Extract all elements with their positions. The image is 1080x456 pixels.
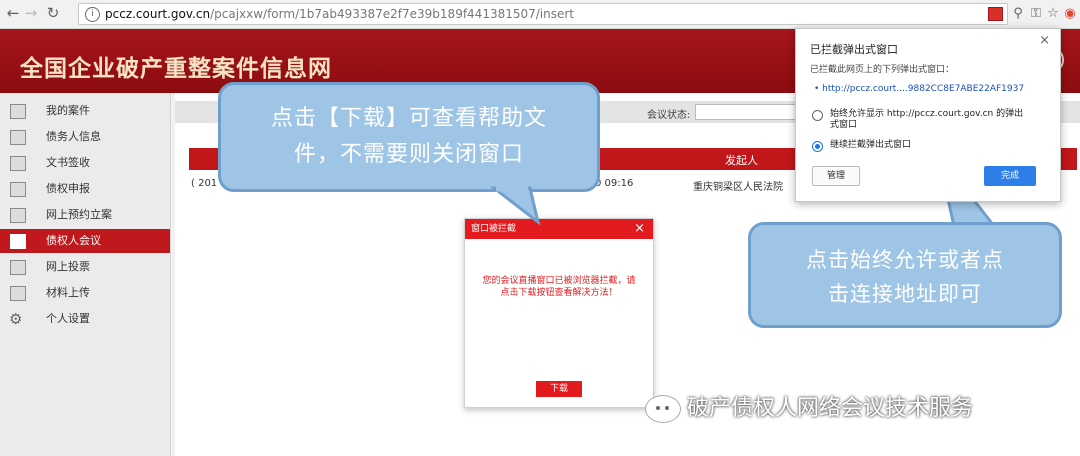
sidebar-item-document-receipt[interactable]: 文书签收 [0, 151, 170, 175]
popup-description: 已拦截此网页上的下列弹出式窗口： [810, 65, 955, 75]
back-icon[interactable]: ← [4, 4, 22, 22]
sidebar-item-debtor-info[interactable]: 债务人信息 [0, 125, 170, 149]
sidebar-item-label: 债权人会议 [46, 234, 101, 247]
help-callout-download: 点击【下载】可查看帮助文 件，不需要则关闭窗口 [218, 82, 600, 192]
upload-icon [10, 286, 26, 301]
popup-title: 已拦截弹出式窗口 [810, 43, 898, 56]
key-icon[interactable]: ⚿ [1028, 6, 1044, 22]
download-button[interactable]: 下载 [536, 381, 582, 397]
document-icon [10, 156, 26, 171]
sidebar-item-label: 文书签收 [46, 156, 90, 169]
callout-line: 点击【下载】可查看帮助文 [270, 106, 547, 131]
blocked-window-dialog: 窗口被拦截 × 您的会议直播窗口已被浏览器拦截，请点击下载按钮查看解决方法！ 下… [464, 218, 654, 408]
popup-blocked-bubble: 已拦截弹出式窗口 × 已拦截此网页上的下列弹出式窗口： • http://pcc… [795, 28, 1061, 202]
blocked-popup-link[interactable]: • http://pccz.court....9882CC8E7ABE22AF1… [814, 84, 1024, 94]
sidebar-item-label: 我的案件 [46, 104, 90, 117]
card-icon [10, 130, 26, 145]
callout-line: 击连接地址即可 [828, 282, 982, 306]
sidebar-item-label: 个人设置 [46, 312, 90, 325]
sidebar-item-online-voting[interactable]: 网上投票 [0, 255, 170, 279]
sidebar-item-label: 材料上传 [46, 286, 90, 299]
sidebar-item-claim-filing[interactable]: 债权申报 [0, 177, 170, 201]
extension-icon[interactable]: ◉ [1062, 6, 1078, 22]
dialog-message: 您的会议直播窗口已被浏览器拦截，请点击下载按钮查看解决方法！ [482, 276, 636, 298]
sidebar-item-personal-settings[interactable]: ⚙ 个人设置 [0, 307, 170, 331]
wechat-watermark: 破产债权人网络会议技术服务 [645, 390, 973, 423]
address-bar[interactable]: i pccz.court.gov.cn/pcajxxw/form/1b7ab493… [78, 3, 1008, 25]
meeting-icon [10, 234, 26, 249]
vote-icon [10, 260, 26, 275]
help-callout-allow: 点击始终允许或者点 击连接地址即可 [748, 222, 1062, 328]
site-info-icon[interactable]: i [85, 7, 100, 22]
document-icon [10, 208, 26, 223]
reload-icon[interactable]: ↻ [44, 4, 62, 22]
table-cell: 0 09:16 [595, 178, 634, 189]
popup-blocked-icon[interactable] [988, 7, 1003, 21]
table-cell: 重庆铜梁区人民法院 [693, 182, 783, 193]
sidebar-item-material-upload[interactable]: 材料上传 [0, 281, 170, 305]
url-host: pccz.court.gov.cn [105, 7, 211, 21]
table-cell: ( 201 [191, 178, 218, 189]
monitor-icon [10, 182, 26, 197]
browser-toolbar: ← → ↻ i pccz.court.gov.cn/pcajxxw/form/1b… [0, 0, 1080, 29]
keep-blocking-label[interactable]: 继续拦截弹出式窗口 [830, 140, 911, 151]
column-header: 发起人 [725, 154, 758, 167]
option-text: 始终允许显示 http://pccz.court.gov.cn 的弹出 [830, 109, 1024, 119]
callout-line: 点击始终允许或者点 [806, 248, 1004, 272]
sidebar-item-label: 债权申报 [46, 182, 90, 195]
folder-icon [10, 104, 26, 119]
callout-tail [490, 186, 541, 226]
app-title: 全国企业破产重整案件信息网 [20, 56, 332, 82]
sidebar-item-label: 网上预约立案 [46, 208, 112, 221]
zoom-icon[interactable]: ⚲ [1010, 6, 1026, 22]
option-text: 式窗口 [830, 120, 858, 130]
wechat-icon [645, 395, 681, 423]
watermark-text: 破产债权人网络会议技术服务 [687, 396, 974, 421]
sidebar-item-label: 债务人信息 [46, 130, 101, 143]
close-icon[interactable]: × [634, 219, 645, 239]
forward-icon[interactable]: → [22, 4, 40, 22]
done-button[interactable]: 完成 [984, 166, 1036, 186]
gear-icon: ⚙ [9, 310, 23, 328]
callout-line: 件，不需要则关闭窗口 [293, 142, 524, 167]
sidebar-item-creditor-meeting[interactable]: 债权人会议 [0, 229, 170, 253]
star-icon[interactable]: ☆ [1045, 6, 1061, 22]
meeting-status-label: 会议状态: [647, 110, 691, 121]
sidebar: 我的案件 债务人信息 文书签收 债权申报 网上预约立案 债权人会议 网上投票 材… [0, 93, 171, 456]
manage-button[interactable]: 管理 [812, 166, 860, 186]
url-path: /pcajxxw/form/1b7ab493387e2f7e39b189f441… [210, 7, 575, 21]
radio-keep-blocking[interactable] [812, 141, 823, 152]
radio-always-allow[interactable] [812, 110, 823, 121]
sidebar-item-online-filing[interactable]: 网上预约立案 [0, 203, 170, 227]
sidebar-item-label: 网上投票 [46, 260, 90, 273]
always-allow-label[interactable]: 始终允许显示 http://pccz.court.gov.cn 的弹出 式窗口 [830, 109, 1023, 131]
sidebar-item-my-cases[interactable]: 我的案件 [0, 99, 170, 123]
close-icon[interactable]: × [1039, 33, 1050, 48]
